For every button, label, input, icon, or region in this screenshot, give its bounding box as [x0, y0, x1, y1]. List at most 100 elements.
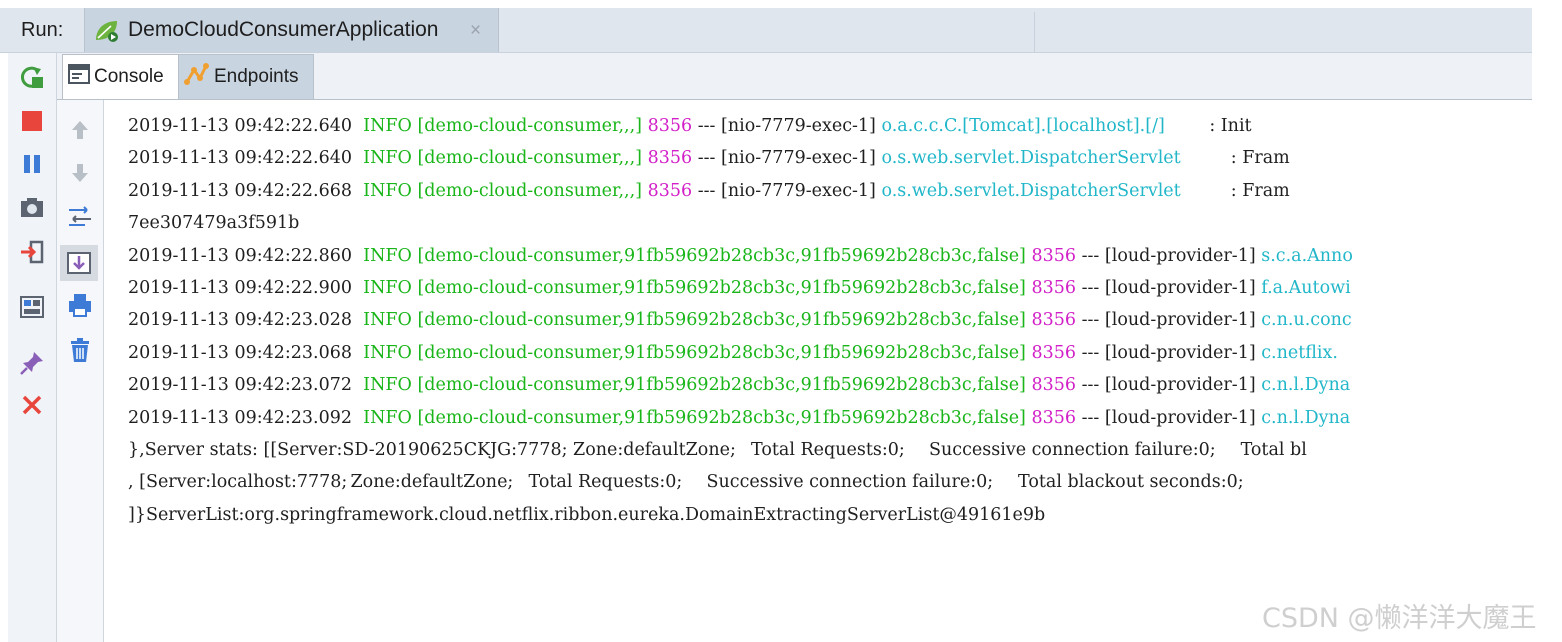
log-pid: 8356: [1031, 375, 1077, 396]
log-separator: ---: [1081, 278, 1100, 298]
close-tab-icon[interactable]: ×: [470, 20, 481, 42]
clear-all-icon[interactable]: [65, 335, 95, 365]
log-context: [demo-cloud-consumer,,,]: [417, 180, 642, 201]
console-text: ]}ServerList:org.springframework.cloud.n…: [128, 504, 1046, 525]
log-timestamp: 2019-11-13 09:42:23.092: [128, 407, 353, 428]
log-level: INFO: [363, 278, 412, 298]
scroll-down-icon[interactable]: [65, 158, 95, 188]
console-line: 2019-11-13 09:42:23.028 INFO [demo-cloud…: [128, 306, 1357, 334]
console-line: 7ee307479a3f591b: [128, 209, 299, 237]
log-logger: s.c.a.Anno: [1261, 245, 1353, 266]
divider: [1034, 12, 1035, 52]
layout-icon[interactable]: [18, 293, 46, 321]
endpoints-icon: [184, 62, 210, 92]
log-message: : Init: [1170, 116, 1252, 136]
stop-icon[interactable]: [18, 107, 46, 135]
console-line: 2019-11-13 09:42:23.092 INFO [demo-cloud…: [128, 404, 1356, 432]
log-timestamp: 2019-11-13 09:42:22.640: [128, 148, 353, 169]
console-line: 2019-11-13 09:42:22.640 INFO [demo-cloud…: [128, 112, 1252, 140]
scroll-to-end-icon[interactable]: [60, 245, 98, 281]
log-thread: [loud-provider-1]: [1104, 342, 1256, 363]
log-thread: [nio-7779-exec-1]: [721, 116, 876, 136]
log-pid: 8356: [647, 148, 693, 169]
scroll-up-icon[interactable]: [65, 115, 95, 145]
watermark: CSDN @懒洋洋大魔王: [1262, 603, 1537, 634]
pause-icon[interactable]: [18, 150, 46, 178]
log-separator: ---: [1081, 342, 1100, 363]
log-timestamp: 2019-11-13 09:42:23.028: [128, 310, 353, 331]
console-line: 2019-11-13 09:42:22.668 INFO [demo-cloud…: [128, 177, 1290, 205]
log-level: INFO: [363, 310, 412, 331]
log-thread: [loud-provider-1]: [1104, 375, 1256, 396]
run-tab-title: DemoCloudConsumerApplication: [128, 18, 439, 41]
log-separator: ---: [1081, 375, 1100, 396]
console-line: 2019-11-13 09:42:22.860 INFO [demo-cloud…: [128, 242, 1358, 270]
log-context: [demo-cloud-consumer,91fb59692b28cb3c,91…: [417, 245, 1026, 266]
log-context: [demo-cloud-consumer,,,]: [417, 116, 642, 136]
run-config-tab[interactable]: DemoCloudConsumerApplication ×: [84, 8, 499, 52]
log-timestamp: 2019-11-13 09:42:22.668: [128, 180, 353, 201]
console-line: , [Server:localhost:7778; Zone:defaultZo…: [128, 468, 1244, 496]
console-line: 2019-11-13 09:42:23.072 INFO [demo-cloud…: [128, 371, 1356, 399]
log-timestamp: 2019-11-13 09:42:23.068: [128, 342, 353, 363]
log-logger: c.netflix.: [1261, 342, 1338, 363]
log-separator: ---: [1081, 310, 1100, 331]
soft-wrap-icon[interactable]: [65, 201, 95, 231]
log-level: INFO: [363, 116, 412, 136]
run-toolwindow-header: Run: DemoCloudConsumerApplication ×: [0, 8, 1532, 53]
log-timestamp: 2019-11-13 09:42:22.860: [128, 245, 353, 266]
run-left-toolbar: [8, 53, 57, 642]
log-logger: c.n.l.Dyna: [1261, 375, 1351, 396]
log-timestamp: 2019-11-13 09:42:22.900: [128, 278, 353, 298]
log-context: [demo-cloud-consumer,91fb59692b28cb3c,91…: [417, 407, 1026, 428]
log-separator: ---: [697, 180, 716, 201]
console-icon: [68, 64, 90, 90]
tab-endpoints[interactable]: Endpoints: [178, 54, 314, 99]
spring-boot-icon: [93, 18, 121, 49]
console-line: },Server stats: [[Server:SD-20190625CKJG…: [128, 436, 1307, 464]
console-line: 2019-11-13 09:42:23.068 INFO [demo-cloud…: [128, 339, 1344, 367]
log-separator: ---: [1081, 407, 1100, 428]
log-thread: [nio-7779-exec-1]: [721, 180, 876, 201]
log-logger: o.s.web.servlet.DispatcherServlet: [881, 148, 1181, 169]
log-timestamp: 2019-11-13 09:42:22.640: [128, 116, 353, 136]
exit-icon[interactable]: [18, 238, 46, 266]
close-icon[interactable]: [18, 391, 46, 419]
log-pid: 8356: [1031, 342, 1077, 363]
tab-console[interactable]: Console: [62, 54, 180, 99]
log-context: [demo-cloud-consumer,91fb59692b28cb3c,91…: [417, 342, 1026, 363]
log-context: [demo-cloud-consumer,91fb59692b28cb3c,91…: [417, 310, 1026, 331]
console-text: 7ee307479a3f591b: [128, 213, 300, 234]
log-message: : Fram: [1186, 180, 1290, 201]
console-output[interactable]: 2019-11-13 09:42:22.640 INFO [demo-cloud…: [104, 100, 1532, 642]
log-logger: f.a.Autowi: [1261, 278, 1351, 298]
log-message: : Fram: [1186, 148, 1290, 169]
print-icon[interactable]: [65, 290, 95, 320]
screenshot-icon[interactable]: [18, 194, 46, 222]
console-line: 2019-11-13 09:42:22.900 INFO [demo-cloud…: [128, 274, 1356, 302]
console-toolbar: [57, 100, 104, 642]
log-thread: [nio-7779-exec-1]: [721, 148, 876, 169]
log-thread: [loud-provider-1]: [1104, 310, 1256, 331]
log-thread: [loud-provider-1]: [1104, 278, 1256, 298]
log-thread: [loud-provider-1]: [1104, 407, 1256, 428]
log-logger: o.a.c.c.C.[Tomcat].[localhost].[/]: [881, 116, 1165, 136]
tab-endpoints-label: Endpoints: [214, 66, 299, 87]
log-pid: 8356: [1031, 407, 1077, 428]
log-logger: c.n.u.conc: [1261, 310, 1352, 331]
log-context: [demo-cloud-consumer,,,]: [417, 148, 642, 169]
log-level: INFO: [363, 180, 412, 201]
log-context: [demo-cloud-consumer,91fb59692b28cb3c,91…: [417, 278, 1026, 298]
pin-icon[interactable]: [18, 349, 46, 377]
console-line: ]}ServerList:org.springframework.cloud.n…: [128, 501, 1045, 529]
rerun-icon[interactable]: [18, 63, 46, 91]
log-pid: 8356: [1031, 278, 1077, 298]
log-timestamp: 2019-11-13 09:42:23.072: [128, 375, 353, 396]
log-pid: 8356: [1031, 245, 1077, 266]
log-logger: o.s.web.servlet.DispatcherServlet: [881, 180, 1181, 201]
console-line: 2019-11-13 09:42:22.640 INFO [demo-cloud…: [128, 144, 1290, 172]
log-level: INFO: [363, 407, 412, 428]
log-pid: 8356: [647, 180, 693, 201]
log-separator: ---: [1081, 245, 1100, 266]
console-tabs: Console Endpoints: [57, 53, 1532, 100]
